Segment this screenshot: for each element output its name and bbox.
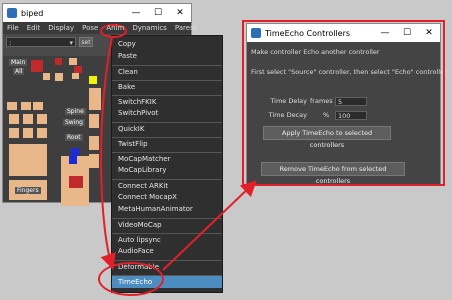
all-label[interactable]: All bbox=[13, 68, 25, 75]
fingers-controller-left[interactable] bbox=[9, 144, 47, 176]
menu-display[interactable]: Display bbox=[44, 24, 78, 32]
arm-controller-right[interactable] bbox=[89, 88, 101, 110]
chest-controller-left[interactable] bbox=[33, 102, 43, 110]
fingers-label: Fingers bbox=[15, 187, 41, 194]
root-label: Root bbox=[65, 134, 83, 141]
anim-menu-item[interactable]: Connect MocapX bbox=[112, 191, 222, 203]
head-controller[interactable] bbox=[55, 58, 62, 65]
anim-menu-item[interactable]: QuickIK bbox=[112, 122, 222, 135]
wrist-controller-left[interactable] bbox=[9, 128, 19, 138]
ik-toggle-controller[interactable] bbox=[89, 76, 97, 84]
maya-app-icon bbox=[7, 8, 17, 18]
jaw-controller[interactable] bbox=[55, 73, 63, 81]
shoulder-controller-left[interactable] bbox=[21, 102, 31, 110]
anim-menu-item[interactable]: MetaHumanAnimator bbox=[112, 203, 222, 215]
menu-file[interactable]: File bbox=[3, 24, 23, 32]
thigh-controller-right[interactable] bbox=[89, 136, 99, 150]
main-controller[interactable] bbox=[31, 60, 43, 72]
anim-menu-item[interactable]: AudioFace bbox=[112, 245, 222, 257]
ankle-pole-controller[interactable] bbox=[69, 156, 77, 164]
head-fk-controller[interactable] bbox=[69, 58, 77, 65]
anim-menu: Copy Paste Clean Bake SwitchFKIK SwitchPivot Q… bbox=[111, 35, 223, 293]
hip-controller-right[interactable] bbox=[89, 114, 99, 128]
anim-menu-item[interactable]: TwistFlip bbox=[112, 137, 222, 150]
neck-controller[interactable] bbox=[74, 66, 82, 73]
set-button[interactable]: set bbox=[79, 37, 93, 47]
anim-menu-item[interactable]: SwitchPivot bbox=[112, 107, 222, 119]
main-label[interactable]: Main bbox=[9, 59, 28, 66]
hand-controller-left[interactable] bbox=[23, 128, 33, 138]
knee-pole-controller[interactable] bbox=[71, 148, 79, 156]
neck-fk-controller[interactable] bbox=[72, 73, 79, 79]
chevron-down-icon: ▾ bbox=[69, 39, 73, 47]
namespace-selector[interactable]: : ▾ bbox=[6, 37, 76, 47]
shin-controller-right[interactable] bbox=[89, 154, 99, 168]
menu-pose[interactable]: Pose bbox=[78, 24, 102, 32]
anim-menu-item[interactable]: Bake bbox=[112, 80, 222, 93]
forearm-controller-left[interactable] bbox=[23, 114, 33, 124]
timeecho-window-highlight-box bbox=[242, 20, 445, 186]
menu-edit[interactable]: Edit bbox=[23, 24, 45, 32]
minimize-button[interactable]: — bbox=[125, 8, 147, 18]
spine-label: Spine bbox=[65, 108, 86, 115]
menu-anim[interactable]: Anim bbox=[102, 24, 128, 32]
anim-menu-item[interactable]: Clean bbox=[112, 65, 222, 78]
biped-menubar: File Edit Display Pose Anim Dynamics Par… bbox=[3, 22, 197, 34]
menu-parent[interactable]: Parent bbox=[171, 24, 201, 32]
timeecho-item-highlight-ellipse bbox=[98, 262, 164, 296]
menu-dynamics[interactable]: Dynamics bbox=[128, 24, 171, 32]
anim-menu-item[interactable]: Paste bbox=[112, 50, 222, 62]
anim-menu-item[interactable]: MoCapLibrary bbox=[112, 164, 222, 176]
anim-menu-item[interactable]: VideoMoCap bbox=[112, 218, 222, 231]
swing-label: Swing bbox=[63, 119, 85, 126]
namespace-value: : bbox=[9, 39, 12, 47]
elbow-controller-left[interactable] bbox=[9, 114, 19, 124]
foot-controller[interactable] bbox=[69, 176, 83, 188]
spine-controller[interactable] bbox=[37, 114, 47, 124]
arm-controller-left[interactable] bbox=[7, 102, 17, 110]
biped-titlebar: biped — ☐ ✕ bbox=[3, 4, 191, 22]
eye-controller[interactable] bbox=[43, 73, 50, 80]
anim-menu-item[interactable]: Copy bbox=[112, 38, 222, 50]
maximize-button[interactable]: ☐ bbox=[147, 8, 169, 18]
waist-controller[interactable] bbox=[37, 128, 47, 138]
close-button[interactable]: ✕ bbox=[169, 8, 191, 18]
biped-title: biped bbox=[21, 8, 44, 18]
